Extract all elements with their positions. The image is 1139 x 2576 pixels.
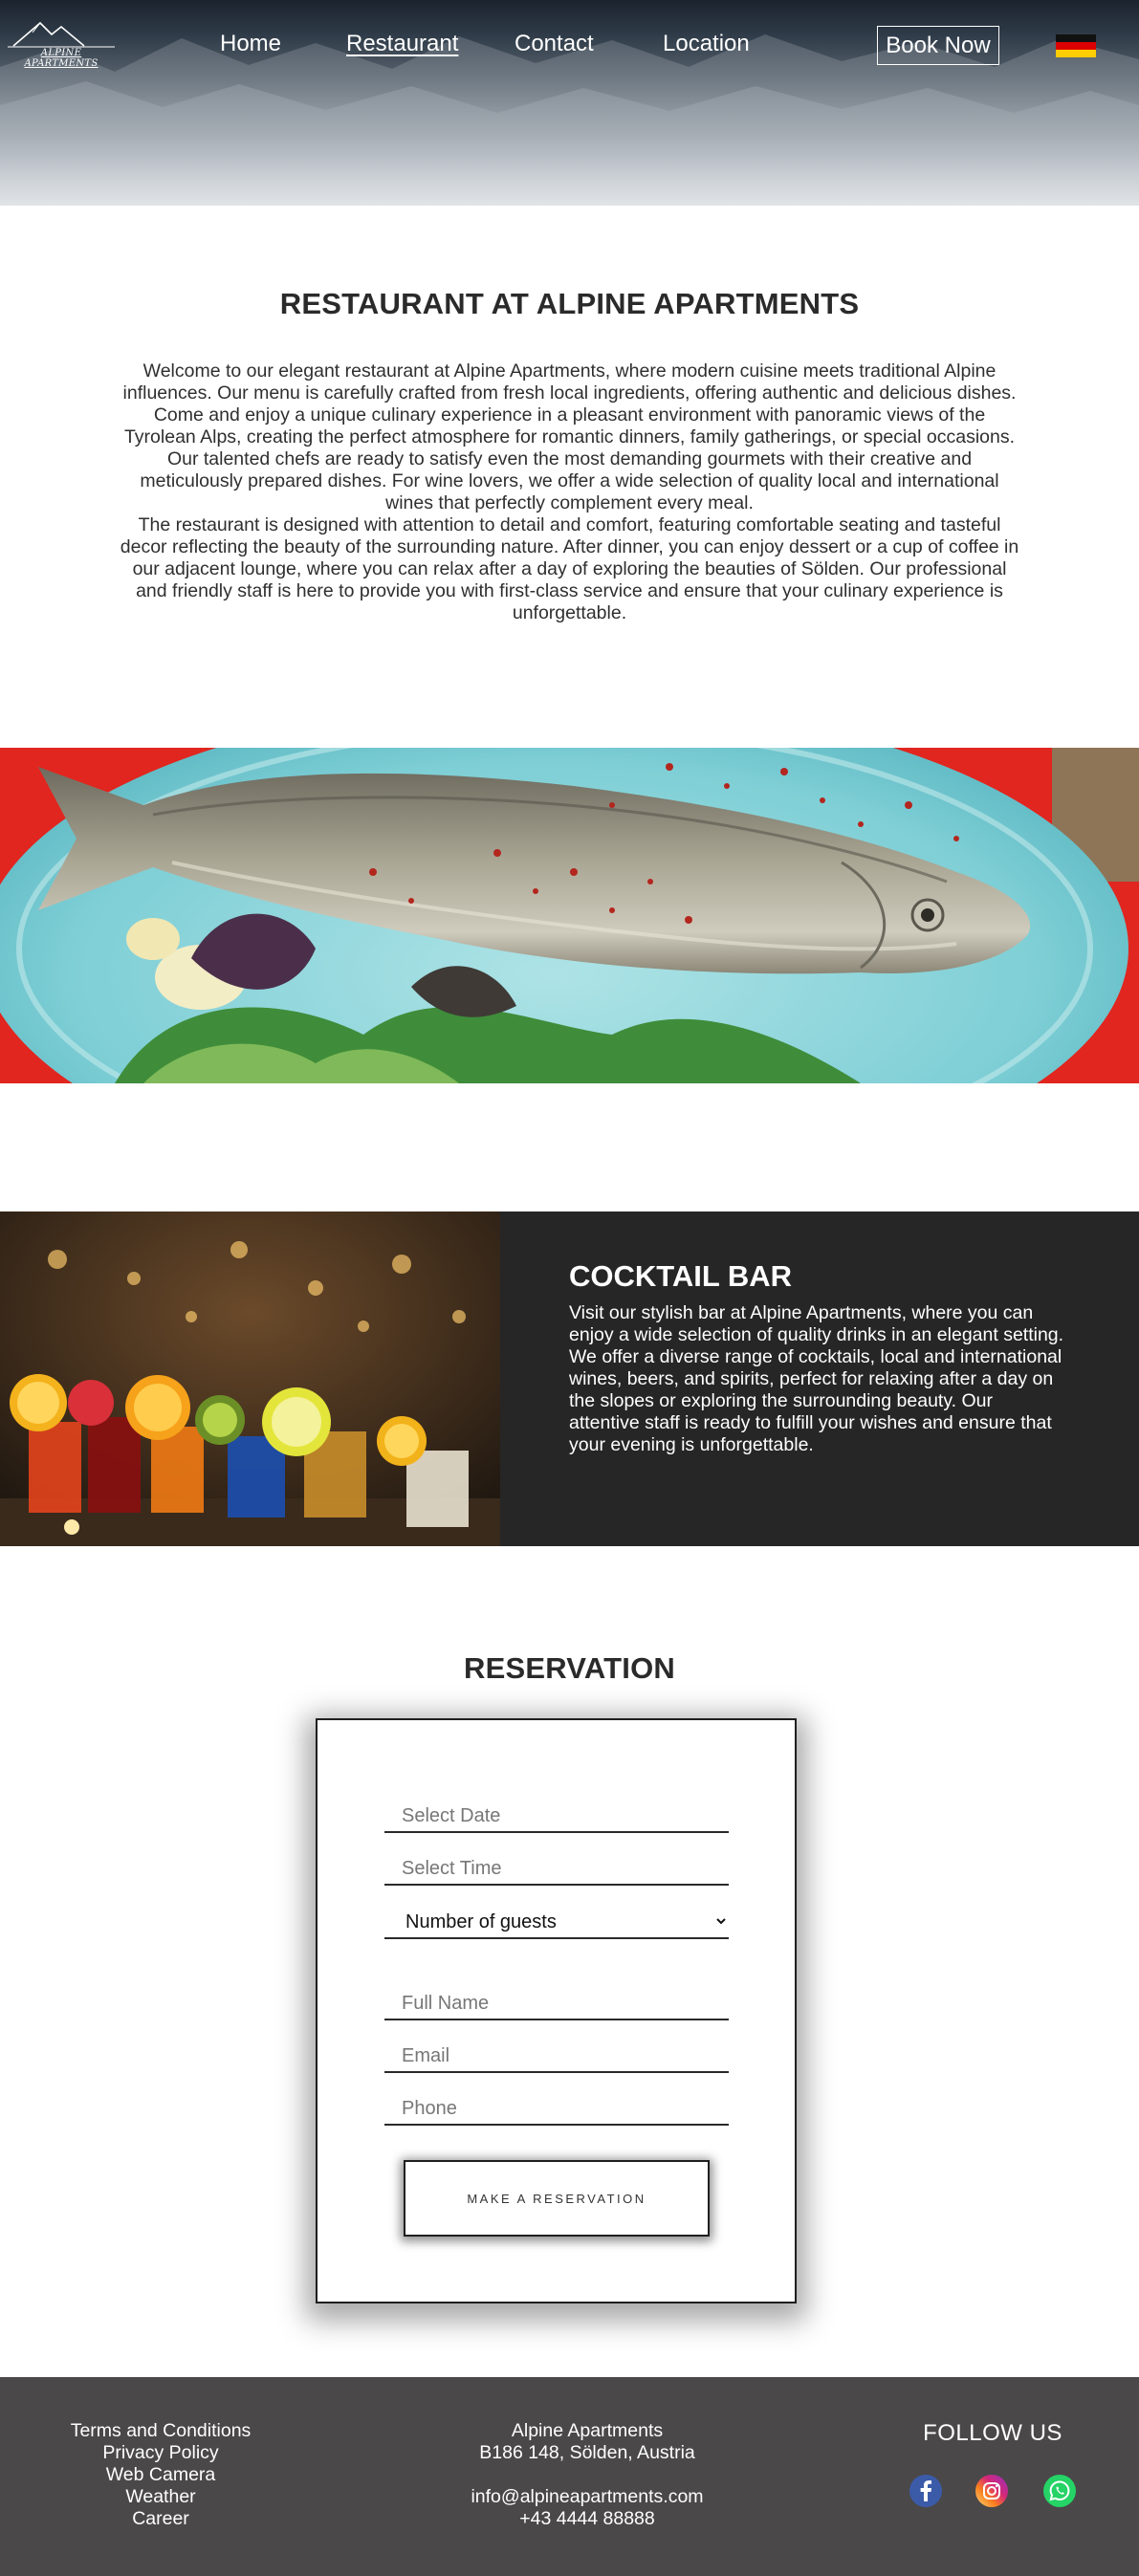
cocktail-bar-title: COCKTAIL BAR xyxy=(569,1259,793,1293)
time-input[interactable] xyxy=(384,1853,729,1884)
footer-contact: Alpine Apartments B186 148, Sölden, Aust… xyxy=(396,2420,778,2530)
footer-link-privacy[interactable]: Privacy Policy xyxy=(46,2442,275,2464)
whatsapp-icon[interactable] xyxy=(1042,2474,1077,2508)
nav-contact[interactable]: Contact xyxy=(515,31,594,57)
make-reservation-button[interactable]: MAKE A RESERVATION xyxy=(404,2160,710,2237)
full-name-input[interactable] xyxy=(384,1988,729,2019)
guests-select[interactable]: Number of guests xyxy=(384,1907,729,1937)
footer-address: B186 148, Sölden, Austria xyxy=(479,2442,695,2463)
nav-home[interactable]: Home xyxy=(220,31,281,57)
nav-restaurant[interactable]: Restaurant xyxy=(346,31,458,57)
book-now-button[interactable]: Book Now xyxy=(877,26,999,65)
mountain-logo-icon xyxy=(8,21,115,48)
facebook-icon[interactable] xyxy=(909,2474,943,2508)
phone-input[interactable] xyxy=(384,2093,729,2124)
guests-field: Number of guests xyxy=(384,1907,729,1939)
reservation-title: RESERVATION xyxy=(464,1651,675,1685)
phone-field xyxy=(384,2093,729,2126)
footer-link-career[interactable]: Career xyxy=(46,2508,275,2530)
fish-dish-image xyxy=(0,748,1139,1083)
footer-link-terms[interactable]: Terms and Conditions xyxy=(46,2420,275,2442)
footer-link-webcam[interactable]: Web Camera xyxy=(46,2464,275,2486)
footer-link-weather[interactable]: Weather xyxy=(46,2486,275,2508)
restaurant-description: Welcome to our elegant restaurant at Alp… xyxy=(117,360,1022,624)
cocktail-bar-section: COCKTAIL BAR Visit our stylish bar at Al… xyxy=(0,1212,1139,1546)
intro-paragraph-2: Our talented chefs are ready to satisfy … xyxy=(140,448,999,513)
instagram-icon[interactable] xyxy=(975,2474,1009,2508)
follow-us-label: FOLLOW US xyxy=(923,2420,1062,2446)
time-field xyxy=(384,1853,729,1886)
logo[interactable]: ALPINE APARTMENTS xyxy=(8,19,115,69)
footer-links: Terms and Conditions Privacy Policy Web … xyxy=(46,2420,275,2530)
cocktail-image xyxy=(0,1212,500,1546)
email-field xyxy=(384,2041,729,2073)
page-title: RESTAURANT AT ALPINE APARTMENTS xyxy=(279,287,860,320)
intro-paragraph-1: Welcome to our elegant restaurant at Alp… xyxy=(122,360,1017,448)
footer-phone[interactable]: +43 4444 88888 xyxy=(396,2508,778,2530)
footer: Terms and Conditions Privacy Policy Web … xyxy=(0,2377,1139,2576)
german-flag-icon[interactable] xyxy=(1056,34,1096,57)
footer-company: Alpine Apartments xyxy=(511,2420,664,2441)
chevron-down-icon xyxy=(716,1918,726,1925)
hero-header: ALPINE APARTMENTS Home Restaurant Contac… xyxy=(0,0,1139,206)
reservation-form: Number of guests MAKE A RESERVATION xyxy=(316,1718,797,2303)
name-field xyxy=(384,1988,729,2020)
nav-location[interactable]: Location xyxy=(663,31,750,57)
date-field xyxy=(384,1801,729,1833)
footer-email[interactable]: info@alpineapartments.com xyxy=(396,2486,778,2508)
logo-text: ALPINE APARTMENTS xyxy=(24,48,99,69)
intro-paragraph-3: The restaurant is designed with attentio… xyxy=(120,514,1019,623)
cocktail-bar-description: Visit our stylish bar at Alpine Apartmen… xyxy=(569,1302,1064,1455)
email-input[interactable] xyxy=(384,2041,729,2071)
date-input[interactable] xyxy=(384,1801,729,1831)
